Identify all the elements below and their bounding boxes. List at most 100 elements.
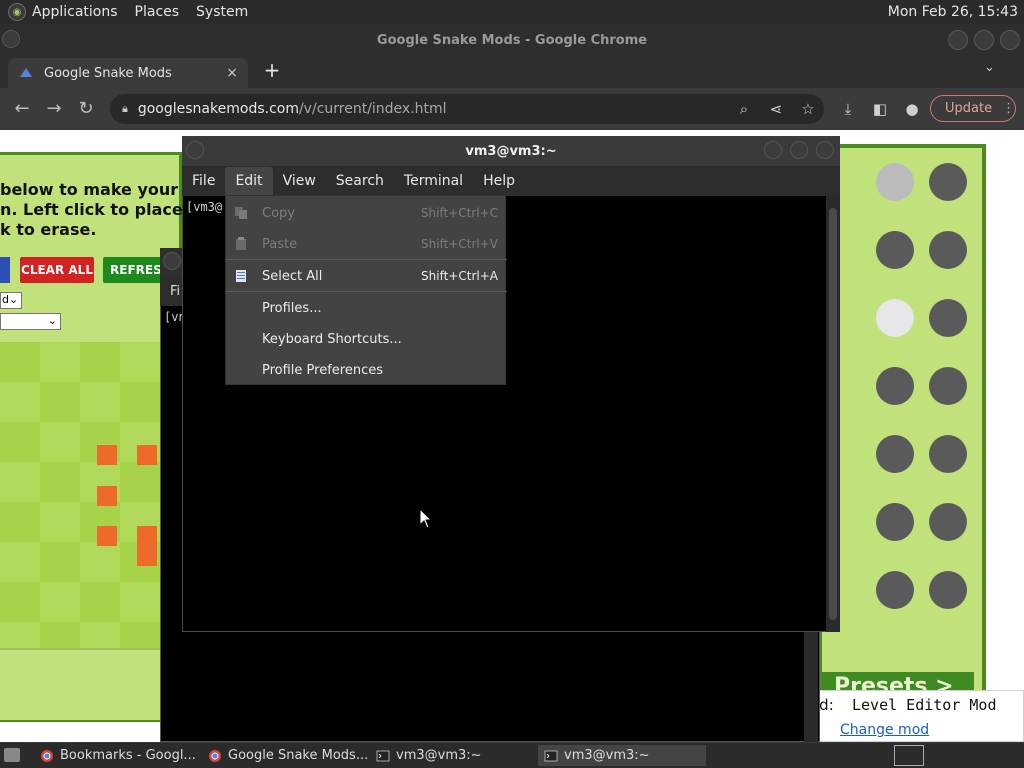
- workspace-switcher[interactable]: [894, 745, 924, 766]
- terminal-title: vm3@vm3:~: [465, 143, 557, 159]
- fruit-icon[interactable]: [929, 299, 967, 337]
- tab-close-icon[interactable]: ×: [226, 65, 238, 81]
- menu-item-label: Copy: [262, 205, 295, 221]
- fruit-icon[interactable]: [929, 435, 967, 473]
- menu-item-accel: Shift+Ctrl+V: [421, 237, 498, 251]
- url-path: /v/current/index.html: [298, 101, 447, 117]
- mod-name: Level Editor Mod: [852, 696, 997, 714]
- terminal-menu-view[interactable]: View: [273, 167, 326, 195]
- show-desktop-icon[interactable]: [4, 748, 20, 762]
- taskbar-item-snake-mods[interactable]: Google Snake Mods...: [202, 745, 370, 766]
- terminal-menu-edit[interactable]: Edit: [225, 167, 273, 195]
- editor-select-1[interactable]: d⌄: [0, 292, 22, 309]
- menu-item-profiles[interactable]: Profiles...: [226, 293, 507, 323]
- chrome-window-title: Google Snake Mods - Google Chrome: [376, 32, 648, 48]
- wall-tile[interactable]: [97, 486, 117, 506]
- fruit-icon[interactable]: [929, 571, 967, 609]
- clear-all-button[interactable]: CLEAR ALL: [20, 257, 94, 283]
- taskbar-item-label: Bookmarks - Googl...: [60, 748, 196, 763]
- zoom-icon[interactable]: ⌕: [734, 99, 754, 119]
- clock[interactable]: Mon Feb 26, 15:43: [888, 4, 1018, 20]
- terminal-menu-search[interactable]: Search: [326, 167, 394, 195]
- terminal-maximize-button[interactable]: [790, 141, 808, 159]
- menu-item-accel: Shift+Ctrl+C: [420, 206, 498, 220]
- wall-tile[interactable]: [137, 445, 157, 465]
- terminal-menu-file[interactable]: File: [182, 167, 225, 195]
- wall-tile[interactable]: [97, 526, 117, 546]
- bookmark-star-icon[interactable]: ☆: [798, 99, 818, 119]
- menu-item-paste[interactable]: Paste Shift+Ctrl+V: [226, 229, 507, 259]
- background-terminal-file-menu[interactable]: Fi: [170, 284, 180, 299]
- close-window-button[interactable]: [1000, 30, 1020, 50]
- fruit-icon[interactable]: [876, 571, 914, 609]
- top-panel: ◉ Applications Places System Mon Feb 26,…: [0, 0, 1024, 24]
- terminal-menubar: File Edit View Search Terminal Help: [182, 166, 840, 196]
- fruit-icon[interactable]: [876, 299, 914, 337]
- system-menu[interactable]: System: [196, 4, 248, 20]
- profile-icon[interactable]: ●: [902, 99, 922, 119]
- editor-select-2[interactable]: ⌄: [0, 313, 61, 330]
- select-all-icon: [236, 270, 246, 282]
- tab-search-icon[interactable]: ⌄: [984, 60, 995, 75]
- share-icon[interactable]: ⋖: [766, 99, 786, 119]
- menu-item-label: Profiles...: [262, 300, 322, 316]
- fruit-icon[interactable]: [876, 231, 914, 269]
- fruit-icon[interactable]: [876, 367, 914, 405]
- edit-dropdown-menu: Copy Shift+Ctrl+C Paste Shift+Ctrl+V Sel…: [225, 195, 507, 385]
- wall-tile[interactable]: [97, 445, 117, 465]
- browser-tab[interactable]: Google Snake Mods ×: [8, 58, 248, 88]
- minimize-button[interactable]: [948, 30, 968, 50]
- copy-icon: [235, 207, 247, 219]
- distro-logo-icon[interactable]: ◉: [8, 3, 26, 21]
- terminal-menu-help[interactable]: Help: [473, 167, 525, 195]
- url-host: googlesnakemods.com: [137, 101, 299, 117]
- window-menu-button[interactable]: [2, 30, 20, 48]
- terminal-minimize-button[interactable]: [764, 141, 782, 159]
- editor-button-partial[interactable]: [0, 257, 10, 283]
- menu-item-keyboard-shortcuts[interactable]: Keyboard Shortcuts...: [226, 324, 507, 354]
- background-terminal-menu-button[interactable]: [163, 252, 181, 270]
- fruit-icon[interactable]: [929, 231, 967, 269]
- places-menu[interactable]: Places: [135, 4, 180, 20]
- fruit-icon[interactable]: [876, 435, 914, 473]
- taskbar-item-terminal-2[interactable]: vm3@vm3:~: [538, 745, 706, 766]
- new-tab-button[interactable]: +: [262, 60, 282, 80]
- address-bar[interactable]: 🔒︎ googlesnakemods.com/v/current/index.h…: [110, 94, 824, 124]
- fruit-icon[interactable]: [929, 503, 967, 541]
- lock-icon[interactable]: 🔒︎: [122, 102, 128, 116]
- terminal-titlebar[interactable]: vm3@vm3:~: [182, 136, 840, 166]
- back-icon[interactable]: ←: [10, 97, 34, 121]
- terminal-scrollbar-thumb[interactable]: [829, 208, 837, 620]
- fruit-icon[interactable]: [929, 367, 967, 405]
- instructions-line: k to erase.: [0, 220, 97, 239]
- terminal-window-menu-button[interactable]: [186, 141, 204, 159]
- change-mod-link[interactable]: Change mod: [840, 722, 929, 738]
- menu-item-profile-preferences[interactable]: Profile Preferences: [226, 355, 507, 385]
- update-label: Update: [945, 101, 993, 116]
- more-menu-icon[interactable]: ⋮: [1002, 101, 1015, 116]
- terminal-close-button[interactable]: [816, 141, 834, 159]
- fruit-icon[interactable]: [929, 163, 967, 201]
- editor-instructions: below to make your own n. Left click to …: [0, 180, 221, 240]
- maximize-button[interactable]: [974, 30, 994, 50]
- menu-item-select-all[interactable]: Select All Shift+Ctrl+A: [226, 261, 507, 291]
- snake-favicon-icon: [20, 68, 32, 77]
- terminal-menu-terminal[interactable]: Terminal: [394, 167, 473, 195]
- update-button[interactable]: Update ⋮: [930, 95, 1016, 122]
- forward-icon[interactable]: →: [42, 97, 66, 121]
- taskbar-item-bookmarks[interactable]: Bookmarks - Googl...: [34, 745, 198, 766]
- download-icon[interactable]: ⤓: [838, 99, 858, 119]
- side-panel-icon[interactable]: ◧: [870, 99, 890, 119]
- menu-separator: [226, 291, 507, 292]
- instructions-line: below to make your own: [0, 180, 221, 199]
- reload-icon[interactable]: ↻: [74, 97, 98, 121]
- menu-item-copy[interactable]: Copy Shift+Ctrl+C: [226, 198, 507, 228]
- wall-tile[interactable]: [137, 526, 157, 566]
- fruit-icon[interactable]: [876, 503, 914, 541]
- terminal-icon: [376, 750, 390, 761]
- applications-menu[interactable]: Applications: [32, 4, 118, 20]
- fruit-icon[interactable]: [876, 163, 914, 201]
- level-board[interactable]: [0, 342, 160, 648]
- taskbar-item-terminal-1[interactable]: vm3@vm3:~: [370, 745, 534, 766]
- select-value: d: [2, 293, 9, 306]
